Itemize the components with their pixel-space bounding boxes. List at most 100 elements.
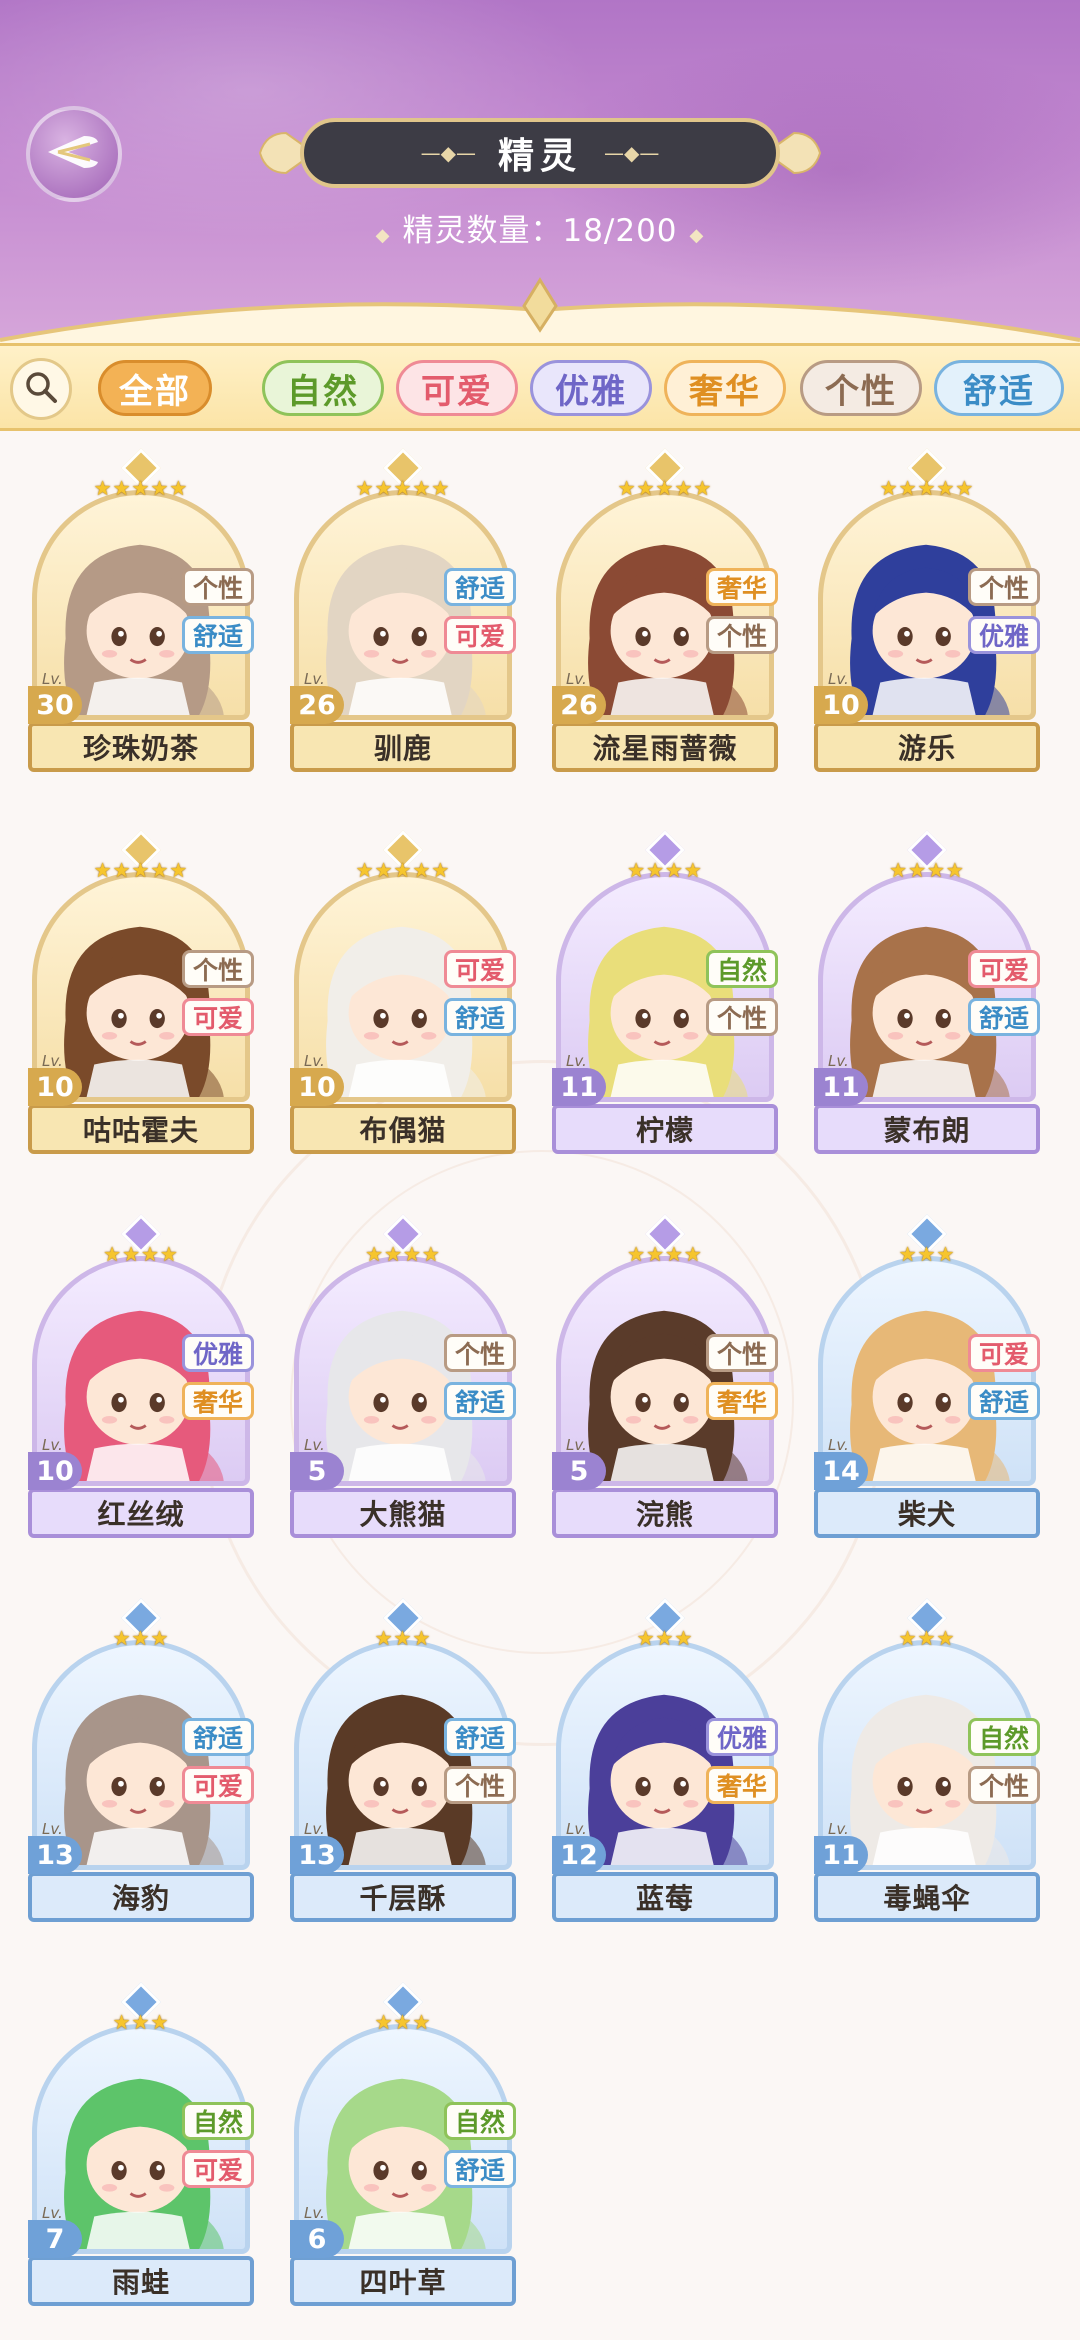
filter-tab-4[interactable]: 奢华 [664, 360, 786, 416]
sprite-card[interactable]: ★★★★★ 个性可爱 Lv. 10 咕咕霍夫 [28, 830, 254, 1160]
level-badge: 11 [552, 1068, 606, 1106]
level-badge: 10 [28, 1068, 82, 1106]
sprite-card[interactable]: ★★★ 可爱 舒适 Lv. 14 柴犬 [814, 1214, 1040, 1544]
filter-tab-6[interactable]: 舒适 [934, 360, 1064, 416]
sprite-card[interactable]: ★★★★ 自然 个性 Lv. 11 柠檬 [552, 830, 778, 1160]
trait-tag: 舒适 [444, 998, 516, 1036]
trait-tag: 舒适 [182, 616, 254, 654]
level-indicator: Lv. 13 [290, 1820, 370, 1876]
trait-tag: 可爱 [182, 998, 254, 1036]
filter-bar: 全部 自然 可爱 优雅 奢华 个性 舒适 [0, 343, 1080, 431]
trait-tag: 自然 [444, 2102, 516, 2140]
star-rating-icon: ★★★★ [627, 858, 703, 882]
sprite-card[interactable]: ★★★★ 优雅 奢华 Lv. 10 红丝绒 [28, 1214, 254, 1544]
level-indicator: Lv. 11 [814, 1820, 894, 1876]
sprite-name: 红丝绒 [28, 1488, 254, 1538]
level-indicator: Lv. 5 [290, 1436, 370, 1492]
level-indicator: Lv. 13 [28, 1820, 108, 1876]
trait-tag: 舒适 [444, 1382, 516, 1420]
title-deco-left-icon: —◆— [420, 141, 476, 165]
star-rating-icon: ★★★★★ [355, 858, 451, 882]
back-wing-icon [44, 132, 104, 176]
filter-tab-3[interactable]: 优雅 [530, 360, 652, 416]
trait-tag: 舒适 [182, 1718, 254, 1756]
trait-tag: 优雅 [968, 616, 1040, 654]
trait-tag: 舒适 [444, 1718, 516, 1756]
sprite-card[interactable]: ★★★ 舒适 可爱 Lv. 13 海豹 [28, 1598, 254, 1928]
sprite-name: 咕咕霍夫 [28, 1104, 254, 1154]
sprite-name: 毒蝇伞 [814, 1872, 1040, 1922]
star-rating-icon: ★★★★ [627, 1242, 703, 1266]
back-button[interactable] [26, 106, 122, 202]
sprite-card[interactable]: ★★★★★ 奢华 个性 Lv. 26 流星雨蔷薇 [552, 448, 778, 778]
trait-tag: 奢华 [706, 1382, 778, 1420]
trait-tag: 个性 [182, 950, 254, 988]
sprite-card[interactable]: ★★★★★ 舒适 可爱 Lv. 26 驯鹿 [290, 448, 516, 778]
sprite-name: 柠檬 [552, 1104, 778, 1154]
trait-tag: 可爱 [444, 950, 516, 988]
sprite-card[interactable]: ★★★ 舒适 个性 Lv. 13 千层酥 [290, 1598, 516, 1928]
sprite-name: 千层酥 [290, 1872, 516, 1922]
level-indicator: Lv. 10 [814, 670, 894, 726]
filter-tab-1[interactable]: 自然 [262, 360, 384, 416]
sprite-name: 四叶草 [290, 2256, 516, 2306]
trait-tag: 个性 [706, 1334, 778, 1372]
filter-tab-0[interactable]: 全部 [98, 360, 212, 416]
level-badge: 10 [28, 1452, 82, 1490]
level-indicator: Lv. 14 [814, 1436, 894, 1492]
search-button[interactable] [10, 358, 72, 420]
trait-tag: 自然 [968, 1718, 1040, 1756]
sprite-name: 蓝莓 [552, 1872, 778, 1922]
sprite-name: 驯鹿 [290, 722, 516, 772]
level-indicator: Lv. 10 [28, 1052, 108, 1108]
title-deco-right-icon: —◆— [604, 141, 660, 165]
trait-tag: 个性 [706, 616, 778, 654]
sprite-card[interactable]: ★★★ 自然 可爱 Lv. 7 雨蛙 [28, 1982, 254, 2312]
trait-tag: 舒适 [444, 2150, 516, 2188]
sprite-card[interactable]: ★★★ 自然 舒适 Lv. 6 四叶草 [290, 1982, 516, 2312]
sprite-name: 海豹 [28, 1872, 254, 1922]
star-rating-icon: ★★★ [112, 2010, 170, 2034]
star-rating-icon: ★★★★★ [879, 476, 975, 500]
sprite-card[interactable]: ★★★★★ 个性 舒适 Lv. 30 珍珠奶茶 [28, 448, 254, 778]
level-badge: 5 [290, 1452, 344, 1490]
star-rating-icon: ★★★ [374, 1626, 432, 1650]
sprite-card[interactable]: ★★★★ 可爱 舒适 Lv. 11 蒙布朗 [814, 830, 1040, 1160]
sprite-card[interactable]: ★★★★ 个性 奢华 Lv. 5 浣熊 [552, 1214, 778, 1544]
sprite-name: 布偶猫 [290, 1104, 516, 1154]
sprite-card[interactable]: ★★★★ 个性 舒适 Lv. 5 大熊猫 [290, 1214, 516, 1544]
trait-tag: 个性 [444, 1334, 516, 1372]
sprite-card[interactable]: ★★★★★ 个性 优雅 Lv. 10 游乐 [814, 448, 1040, 778]
level-badge: 12 [552, 1836, 606, 1874]
star-rating-icon: ★★★★★ [93, 858, 189, 882]
sprite-card[interactable]: ★★★★★ 可爱舒适 Lv. 10 布偶猫 [290, 830, 516, 1160]
level-indicator: Lv. 26 [290, 670, 370, 726]
trait-tag: 自然 [182, 2102, 254, 2140]
level-indicator: Lv. 12 [552, 1820, 632, 1876]
sprite-card[interactable]: ★★★ 自然个性 Lv. 11 毒蝇伞 [814, 1598, 1040, 1928]
star-rating-icon: ★★★ [636, 1626, 694, 1650]
level-badge: 11 [814, 1068, 868, 1106]
filter-tab-2[interactable]: 可爱 [396, 360, 518, 416]
star-rating-icon: ★★★★★ [93, 476, 189, 500]
sprite-name: 蒙布朗 [814, 1104, 1040, 1154]
sprite-name: 游乐 [814, 722, 1040, 772]
level-badge: 26 [552, 686, 606, 724]
sprite-name: 珍珠奶茶 [28, 722, 254, 772]
trait-tag: 奢华 [182, 1382, 254, 1420]
star-rating-icon: ★★★ [898, 1626, 956, 1650]
trait-tag: 自然 [706, 950, 778, 988]
star-rating-icon: ★★★★★ [355, 476, 451, 500]
level-badge: 26 [290, 686, 344, 724]
level-indicator: Lv. 10 [290, 1052, 370, 1108]
star-rating-icon: ★★★ [898, 1242, 956, 1266]
star-rating-icon: ★★★ [374, 2010, 432, 2034]
level-badge: 7 [28, 2220, 82, 2258]
trait-tag: 个性 [968, 1766, 1040, 1804]
filter-tab-5[interactable]: 个性 [800, 360, 922, 416]
trait-tag: 可爱 [968, 950, 1040, 988]
star-rating-icon: ★★★★★ [617, 476, 713, 500]
sprite-card[interactable]: ★★★ 优雅 奢华 Lv. 12 蓝莓 [552, 1598, 778, 1928]
count-deco-right-icon: ◆ [689, 225, 705, 246]
header-ornament [0, 277, 1080, 345]
